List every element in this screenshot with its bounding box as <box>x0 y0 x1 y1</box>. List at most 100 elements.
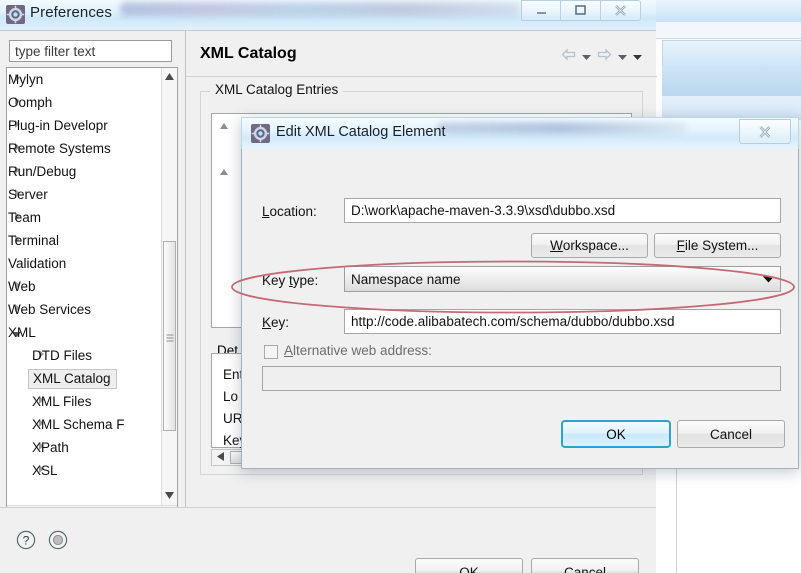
sidebar-item-xml[interactable]: XML <box>7 321 161 344</box>
close-button[interactable] <box>601 0 641 21</box>
sidebar-item-dtd-files[interactable]: DTD Files <box>7 344 161 367</box>
sidebar-item-web[interactable]: Web <box>7 275 161 298</box>
sidebar-item-run-debug[interactable]: Run/Debug <box>7 160 161 183</box>
filter-placeholder: type filter text <box>15 44 96 59</box>
preferences-tree[interactable]: Mylyn Oomph Plug-in Developr Remote Systems… <box>6 67 178 524</box>
scroll-down-button[interactable] <box>162 487 177 503</box>
key-label: Key: <box>262 315 290 330</box>
key-type-label: Key type: <box>262 273 319 288</box>
tree-item-label: Terminal <box>8 233 60 248</box>
file-system-button[interactable]: File System... <box>654 233 781 258</box>
scroll-up-button[interactable] <box>162 68 177 84</box>
sidebar-item-web-services[interactable]: Web Services <box>7 298 161 321</box>
background-toolbar <box>656 22 801 39</box>
tree-item-label: Plug-in Developr <box>8 118 108 133</box>
sidebar-item-xpath[interactable]: XPath <box>7 436 161 459</box>
question-mark-icon[interactable]: ? <box>16 530 36 553</box>
edit-xml-catalog-element-dialog: Edit XML Catalog Element Location: D:\wo… <box>241 117 799 469</box>
scrollbar-thumb[interactable] <box>163 241 176 431</box>
workspace-button[interactable]: Workspace... <box>531 233 648 258</box>
sidebar-item-oomph[interactable]: Oomph <box>7 91 161 114</box>
tree-item-label: Mylyn <box>8 72 44 87</box>
preferences-title-text: Preferences <box>30 4 112 21</box>
tree-item-label: Web Services <box>8 302 92 317</box>
alternative-web-address-checkbox[interactable] <box>264 345 278 359</box>
sidebar-item-xml-catalog[interactable]: XML Catalog <box>7 367 161 390</box>
tree-item-label: Oomph <box>8 95 53 110</box>
sidebar-item-team[interactable]: Team <box>7 206 161 229</box>
dialog-titlebar-blurred-background <box>437 122 687 134</box>
tree-item-label: DTD Files <box>32 348 92 363</box>
triangle-down-icon <box>165 491 174 499</box>
alternative-web-address-label: Alternative web address: <box>284 343 432 358</box>
tree-item-label: XPath <box>32 440 69 455</box>
gear-icon <box>6 5 25 24</box>
page-header-separator <box>186 76 657 77</box>
tree-vertical-scrollbar[interactable] <box>161 68 177 523</box>
alternative-web-address-input[interactable] <box>262 366 781 391</box>
close-icon <box>759 125 771 138</box>
tree-item-label: Validation <box>8 256 67 271</box>
background-panel-2 <box>662 66 801 96</box>
sidebar-item-terminal[interactable]: Terminal <box>7 229 161 252</box>
tree-item-label: XML Catalog <box>28 368 117 389</box>
tree-item-label: Web <box>8 279 36 294</box>
tree-item-label: XML <box>8 325 36 340</box>
minimize-button[interactable] <box>521 0 561 21</box>
triangle-left-icon <box>216 451 224 461</box>
dialog-title-text: Edit XML Catalog Element <box>276 124 446 140</box>
entry-expand-icon[interactable] <box>220 123 228 134</box>
location-label: Location: <box>262 204 317 219</box>
dialog-cancel-button[interactable]: Cancel <box>677 420 785 448</box>
gear-icon <box>251 124 270 143</box>
entry-expand-icon[interactable] <box>220 169 228 180</box>
key-input[interactable]: http://code.alibabatech.com/schema/dubbo… <box>344 309 781 334</box>
dialog-close-button[interactable] <box>739 119 791 144</box>
screen-root: Preferences type filter text Mylyn Oomph… <box>0 0 801 573</box>
background-panel-1 <box>662 40 801 68</box>
scroll-left-button[interactable] <box>212 451 228 464</box>
preferences-cancel-button[interactable]: Cancel <box>531 558 639 573</box>
sidebar-item-xsl[interactable]: XSL <box>7 459 161 482</box>
chevron-down-icon[interactable] <box>763 272 774 287</box>
tree-item-label: Run/Debug <box>8 164 77 179</box>
minimize-icon <box>536 12 546 14</box>
key-type-selected-value: Namespace name <box>351 271 461 287</box>
dialog-ok-button[interactable]: OK <box>561 420 671 448</box>
preferences-titlebar: Preferences <box>0 0 656 30</box>
sidebar-item-remote-systems[interactable]: Remote Systems <box>7 137 161 160</box>
sidebar-item-server[interactable]: Server <box>7 183 161 206</box>
scrollbar-grip <box>166 333 173 342</box>
dialog-titlebar: Edit XML Catalog Element <box>241 117 799 149</box>
tree-item-label: XML Files <box>32 394 92 409</box>
maximize-icon <box>575 5 586 15</box>
sidebar-item-xml-schema-f[interactable]: XML Schema F <box>7 413 161 436</box>
chevron-down-icon[interactable] <box>582 49 591 64</box>
filter-input[interactable]: type filter text <box>9 40 172 62</box>
arrow-right-icon[interactable] <box>597 48 612 64</box>
close-icon <box>615 5 626 16</box>
tree-item-label: Team <box>8 210 42 225</box>
sidebar-item-plug-in-developr[interactable]: Plug-in Developr <box>7 114 161 137</box>
preferences-ok-button[interactable]: OK <box>415 558 523 573</box>
sidebar-item-xml-files[interactable]: XML Files <box>7 390 161 413</box>
location-input[interactable]: D:\work\apache-maven-3.3.9\xsd\dubbo.xsd <box>344 198 781 223</box>
view-menu-chevron-down-icon[interactable] <box>633 49 642 64</box>
key-type-combobox[interactable]: Namespace name <box>344 266 781 292</box>
tree-list: Mylyn Oomph Plug-in Developr Remote Systems… <box>7 68 161 482</box>
sidebar-item-validation[interactable]: Validation <box>7 252 161 275</box>
maximize-button[interactable] <box>561 0 601 21</box>
tree-item-label: XSL <box>32 463 58 478</box>
background-window-titlebar <box>656 0 801 22</box>
tree-item-label: Remote Systems <box>8 141 111 156</box>
chevron-down-icon[interactable] <box>618 49 627 64</box>
sidebar-item-mylyn[interactable]: Mylyn <box>7 68 161 91</box>
page-nav-toolbar <box>561 48 642 64</box>
arrow-left-icon[interactable] <box>561 48 576 64</box>
group-title: XML Catalog Entries <box>210 82 344 97</box>
page-title: XML Catalog <box>200 45 297 62</box>
tree-item-label: XML Schema F <box>32 417 125 432</box>
circle-icon[interactable] <box>48 530 68 553</box>
tree-item-label: Server <box>8 187 48 202</box>
titlebar-blurred-background-text <box>120 2 520 16</box>
